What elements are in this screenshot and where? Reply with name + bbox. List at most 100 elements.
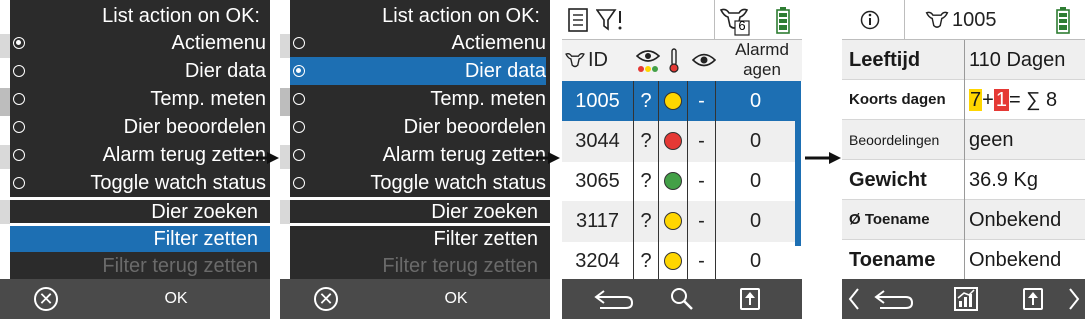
action-filter-terug-zetten: Filter terug zetten [290,253,550,279]
cell-id: 3065 [575,170,620,192]
radio-checked-icon[interactable] [13,37,25,49]
chevron-right-icon[interactable] [1068,287,1080,311]
option-dier-beoordelen[interactable]: Dier beoordelen [290,113,546,141]
cow-head-icon [925,11,949,28]
cell-assessment: ? [640,130,652,152]
option-actiemenu[interactable]: Actiemenu [290,29,546,57]
column-divider [715,81,716,279]
action-label: Filter zetten [153,228,258,250]
cell-assessment: ? [640,170,652,192]
detail-key: Toename [849,249,936,271]
background-ghost [280,145,290,169]
radio-icon[interactable] [293,121,305,133]
radio-icon[interactable] [293,149,305,161]
status-yellow-dot-icon [664,252,682,270]
cancel-circle-icon[interactable]: ✕ [314,287,338,311]
detail-key: Gewicht [849,169,927,191]
radio-icon[interactable] [13,177,25,189]
background-ghost [280,34,290,58]
filter-icon[interactable] [596,8,624,32]
detail-value: 7+ 1 = ∑ 8 [969,80,1057,120]
option-label: Actiemenu [451,32,547,54]
thermometer-icon [669,48,679,73]
table-row[interactable]: 3204? - 0 [562,241,795,282]
flow-arrow-icon [524,152,560,164]
action-filter-terug-zetten: Filter terug zetten [10,253,270,279]
column-id[interactable]: ID [588,40,608,81]
menu-title: List action on OK: [382,5,540,27]
table-row[interactable]: 3044? - 0 [562,121,795,162]
option-dier-data[interactable]: Dier data [10,57,266,85]
animal-detail-screen: 1005 Leeftijd 110 Dagen Koorts dagen 7+ 1… [842,0,1085,319]
search-icon[interactable] [670,287,694,311]
option-alarm-terug-zetten[interactable]: Alarm terug zetten [10,141,266,169]
option-toggle-watch-status[interactable]: Toggle watch status [10,169,266,197]
info-icon[interactable] [860,10,880,30]
radio-icon[interactable] [13,121,25,133]
radio-icon[interactable] [13,65,25,77]
cell-assessment: ? [640,210,652,232]
cell-id: 3044 [575,130,620,152]
option-label: Dier data [184,60,266,82]
export-icon[interactable] [1023,288,1043,310]
option-toggle-watch-status[interactable]: Toggle watch status [290,169,546,197]
fever-count-new: 1 [993,89,1009,111]
cell-alarmdagen: 0 [749,130,762,152]
status-green-dot-icon [664,172,682,190]
ok-button[interactable]: OK [436,279,476,319]
animal-id: 1005 [952,9,997,31]
action-label: Dier zoeken [431,201,538,223]
back-arrow-icon[interactable] [592,287,636,311]
option-label: Alarm terug zetten [102,144,266,166]
radio-icon[interactable] [293,93,305,105]
option-actiemenu[interactable]: Actiemenu [10,29,266,57]
radio-checked-icon[interactable] [293,65,305,77]
animal-list-screen: 6 ID Alarmdagen 1005? -0 3044 ? - 0 3065… [562,0,802,319]
action-dier-zoeken[interactable]: Dier zoeken [290,199,550,225]
table-row[interactable]: 3117? - 0 [562,201,795,242]
option-label: Dier beoordelen [123,116,266,138]
action-label: Filter terug zetten [382,255,538,277]
option-alarm-terug-zetten[interactable]: Alarm terug zetten [290,141,546,169]
plus-sign: + [982,89,994,111]
table-row[interactable]: 3065? - 0 [562,161,795,202]
option-label: Temp. meten [150,88,266,110]
back-arrow-icon[interactable] [872,287,916,311]
action-filter-zetten[interactable]: Filter zetten [10,226,270,252]
table-header: ID Alarmdagen [562,40,802,81]
cancel-circle-icon[interactable]: ✕ [34,287,58,311]
scrollbar-thumb[interactable] [795,81,801,246]
chevron-left-icon[interactable] [848,287,860,311]
option-dier-beoordelen[interactable]: Dier beoordelen [10,113,266,141]
status-yellow-dot-icon [664,212,682,230]
radio-icon[interactable] [293,177,305,189]
action-filter-zetten[interactable]: Filter zetten [290,226,550,252]
background-ghost [0,145,10,169]
toolbar-divider [714,0,715,40]
battery-icon [1056,7,1070,34]
ok-button[interactable]: OK [156,279,196,319]
background-ghost [0,200,10,224]
column-alarmdagen[interactable]: Alarmdagen [732,40,792,81]
option-dier-data[interactable]: Dier data [290,57,546,85]
radio-icon[interactable] [13,93,25,105]
export-icon[interactable] [740,288,760,310]
bottom-bar: ✕ OK [280,279,550,319]
detail-key: Beoordelingen [849,132,940,148]
list-icon[interactable] [568,8,588,32]
option-label: Dier beoordelen [403,116,546,138]
toolbar-divider [904,0,905,40]
menu-screen-actiemenu: List action on OK: Actiemenu Dier data T… [0,0,270,319]
cell-id: 3117 [575,210,619,232]
column-divider [633,81,634,279]
cell-assessment: ? [640,250,652,272]
radio-icon[interactable] [13,149,25,161]
action-dier-zoeken[interactable]: Dier zoeken [10,199,270,225]
fever-total: = ∑ 8 [1008,89,1058,111]
cell-id: 3204 [575,250,620,272]
option-temp-meten[interactable]: Temp. meten [290,85,546,113]
chart-icon[interactable] [954,287,978,311]
option-temp-meten[interactable]: Temp. meten [10,85,266,113]
radio-icon[interactable] [293,37,305,49]
table-row[interactable]: 1005? - 0 [562,81,795,122]
